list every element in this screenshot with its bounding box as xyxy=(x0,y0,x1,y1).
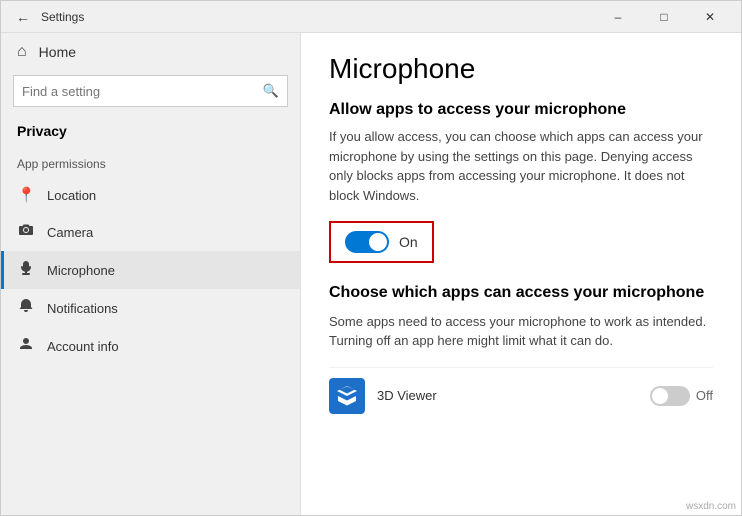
toggle-knob xyxy=(369,233,387,251)
minimize-button[interactable]: – xyxy=(595,1,641,33)
back-button[interactable]: ← xyxy=(9,3,37,31)
home-icon: ⌂ xyxy=(17,43,27,61)
search-icon: 🔍 xyxy=(263,83,279,99)
home-label: Home xyxy=(39,44,76,60)
microphone-icon xyxy=(17,260,35,280)
sidebar-item-location[interactable]: 📍 Location xyxy=(1,177,300,213)
sidebar-item-location-label: Location xyxy=(47,188,96,203)
3d-viewer-toggle-label: Off xyxy=(696,388,713,403)
window-controls: – □ ✕ xyxy=(595,1,733,33)
microphone-access-toggle[interactable] xyxy=(345,231,389,253)
sidebar-item-camera[interactable]: Camera xyxy=(1,213,300,251)
notifications-icon xyxy=(17,298,35,318)
3d-viewer-toggle-knob xyxy=(652,388,668,404)
sidebar-item-microphone-label: Microphone xyxy=(47,263,115,278)
home-nav-item[interactable]: ⌂ Home xyxy=(1,33,300,71)
allow-heading: Allow apps to access your microphone xyxy=(329,101,713,119)
page-title: Microphone xyxy=(329,53,713,85)
watermark: wsxdn.com xyxy=(686,501,736,512)
sidebar-item-notifications[interactable]: Notifications xyxy=(1,289,300,327)
choose-heading: Choose which apps can access your microp… xyxy=(329,283,713,304)
toggle-on-label: On xyxy=(399,234,418,250)
privacy-label: Privacy xyxy=(1,119,300,147)
3d-viewer-toggle[interactable] xyxy=(650,386,690,406)
location-icon: 📍 xyxy=(17,186,35,204)
search-box: 🔍 xyxy=(13,75,288,107)
sidebar-item-camera-label: Camera xyxy=(47,225,93,240)
sidebar-item-notifications-label: Notifications xyxy=(47,301,118,316)
settings-window: ← Settings – □ ✕ ⌂ Home 🔍 Privacy App pe… xyxy=(0,0,742,516)
camera-icon xyxy=(17,222,35,242)
app-permissions-label: App permissions xyxy=(1,147,300,177)
sidebar-item-account-info-label: Account info xyxy=(47,339,119,354)
3d-viewer-toggle-container[interactable]: Off xyxy=(650,386,713,406)
main-content: Microphone Allow apps to access your mic… xyxy=(301,33,741,515)
app-name-3d-viewer: 3D Viewer xyxy=(377,388,638,403)
account-info-icon xyxy=(17,336,35,356)
maximize-button[interactable]: □ xyxy=(641,1,687,33)
microphone-access-toggle-container[interactable]: On xyxy=(329,221,434,263)
sidebar-item-microphone[interactable]: Microphone xyxy=(1,251,300,289)
choose-desc: Some apps need to access your microphone… xyxy=(329,312,713,351)
search-input[interactable] xyxy=(22,84,263,99)
close-button[interactable]: ✕ xyxy=(687,1,733,33)
titlebar-title: Settings xyxy=(41,10,595,24)
titlebar: ← Settings – □ ✕ xyxy=(1,1,741,33)
window-content: ⌂ Home 🔍 Privacy App permissions 📍 Locat… xyxy=(1,33,741,515)
app-row-3d-viewer: 3D Viewer Off xyxy=(329,367,713,424)
allow-desc: If you allow access, you can choose whic… xyxy=(329,127,713,205)
sidebar-item-account-info[interactable]: Account info xyxy=(1,327,300,365)
3d-viewer-icon xyxy=(329,378,365,414)
sidebar: ⌂ Home 🔍 Privacy App permissions 📍 Locat… xyxy=(1,33,301,515)
